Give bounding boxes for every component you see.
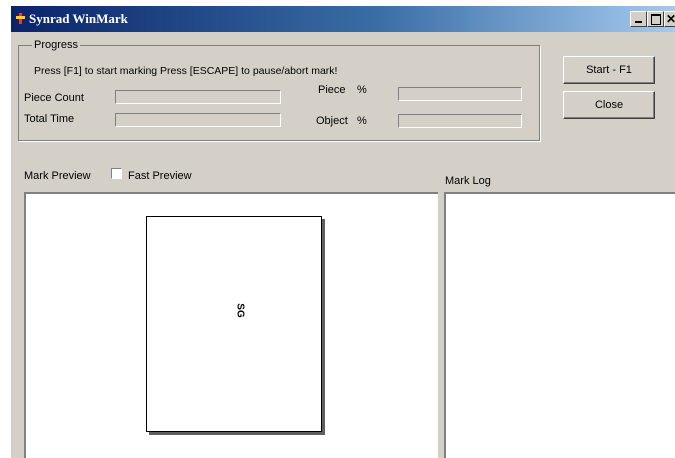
piece-percent-symbol: % — [357, 84, 367, 96]
window-title: Synrad WinMark — [29, 11, 128, 26]
maximize-icon — [651, 14, 661, 25]
mark-log-label: Mark Log — [445, 175, 491, 187]
progress-group-label: Progress — [32, 39, 81, 51]
close-button[interactable]: Close — [563, 91, 655, 119]
object-percent-symbol: % — [357, 115, 367, 127]
preview-page: SG — [146, 216, 322, 432]
start-button[interactable]: Start - F1 — [563, 56, 655, 84]
mark-log-panel[interactable] — [444, 192, 675, 458]
piece-progress-bar — [398, 87, 522, 101]
fast-preview-checkbox[interactable] — [111, 168, 122, 179]
piece-label: Piece — [318, 84, 346, 96]
mark-preview-glyph: SG — [234, 303, 246, 318]
app-icon — [16, 12, 26, 24]
progress-instructions: Press [F1] to start marking Press [ESCAP… — [34, 65, 338, 77]
mark-preview-label: Mark Preview — [24, 170, 91, 182]
total-time-field — [115, 113, 281, 127]
close-window-button[interactable]: ✕ — [664, 11, 675, 27]
object-label: Object — [316, 115, 348, 127]
title-bar[interactable]: Synrad WinMark ✕ — [11, 6, 675, 32]
piece-count-field — [115, 90, 281, 104]
close-icon: ✕ — [665, 12, 675, 26]
maximize-button[interactable] — [647, 11, 664, 27]
minimize-icon — [635, 21, 642, 23]
total-time-label: Total Time — [24, 113, 75, 125]
object-progress-bar — [398, 114, 522, 128]
fast-preview-label[interactable]: Fast Preview — [128, 170, 192, 182]
piece-count-label: Piece Count — [24, 92, 84, 104]
minimize-button[interactable] — [630, 11, 647, 27]
